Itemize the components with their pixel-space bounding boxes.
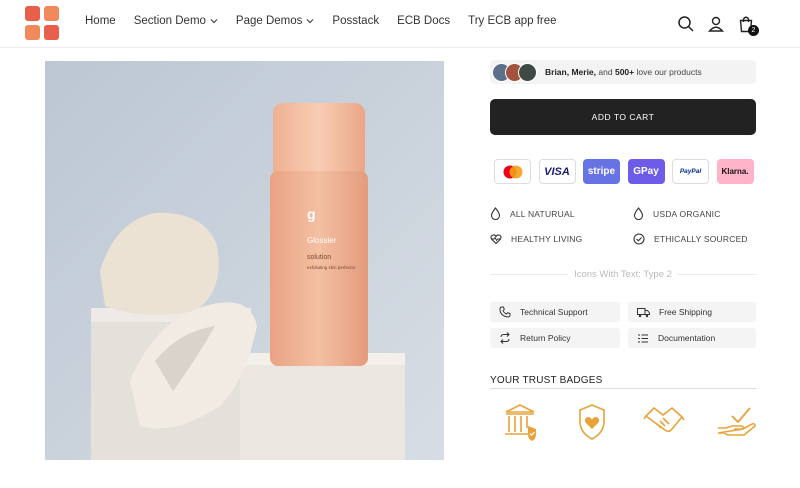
trust-badges-title: YOUR TRUST BADGES — [490, 375, 603, 386]
list-icon — [638, 334, 648, 342]
nav-label: Page Demos — [235, 15, 303, 27]
visa-icon: VISA — [538, 159, 576, 184]
feature-ethically-sourced: ETHICALLY SOURCED — [633, 233, 748, 245]
phone-icon — [499, 306, 511, 318]
main-nav: Home Section Demo Page Demos Posstack EC… — [85, 15, 575, 27]
check-circle-icon — [633, 233, 645, 245]
icons-section-title: Icons With Text: Type 2 — [574, 268, 672, 280]
social-count: 500+ — [614, 67, 635, 77]
product-image[interactable]: g Glossier solution exfoliating skin per… — [45, 61, 444, 460]
pill-label: Documentation — [658, 333, 716, 343]
nav-posstack[interactable]: Posstack — [332, 15, 379, 27]
divider-line — [677, 273, 756, 275]
hand-check-icon — [714, 402, 758, 442]
nav-home[interactable]: Home — [85, 15, 116, 27]
social-names: Brian, Merie, — [545, 67, 597, 77]
cart-icon[interactable]: 2 — [736, 14, 759, 36]
nav-ecb-docs[interactable]: ECB Docs — [397, 15, 450, 27]
stripe-icon: stripe — [583, 159, 620, 184]
store-logo[interactable] — [25, 6, 59, 40]
social-and: and — [598, 67, 613, 77]
paypal-icon: PayPal — [672, 159, 709, 184]
nav-label: Try ECB app free — [468, 15, 557, 27]
feature-label: HEALTHY LIVING — [511, 234, 583, 244]
nav-label: Home — [85, 15, 116, 27]
bank-shield-icon — [498, 402, 542, 442]
bottle-brand-text: Glossier — [307, 236, 337, 245]
chevron-down-icon — [210, 19, 218, 24]
social-proof-text: Brian, Merie, and 500+ love our products — [545, 67, 702, 77]
nav-label: Posstack — [332, 15, 380, 27]
chevron-down-icon — [306, 19, 314, 24]
pill-label: Return Policy — [520, 333, 571, 343]
avatar — [518, 62, 537, 82]
handshake-icon — [642, 402, 686, 442]
feature-label: ALL NATURUAL — [510, 208, 575, 219]
mastercard-icon — [494, 159, 531, 184]
search-icon[interactable] — [676, 14, 696, 34]
return-policy-item[interactable]: Return Policy — [490, 328, 620, 348]
bottle-name-text: solution — [307, 254, 331, 261]
social-suffix: love our products — [636, 67, 702, 77]
divider-line — [490, 273, 569, 275]
feature-all-natural: ALL NATURUAL — [490, 207, 575, 220]
feature-healthy-living: HEALTHY LIVING — [490, 233, 582, 245]
payment-methods: VISA stripe GPay PayPal Klarna. — [494, 159, 761, 184]
heart-shield-icon — [570, 402, 614, 442]
header-actions: 2 — [666, 14, 759, 36]
documentation-item[interactable]: Documentation — [628, 328, 756, 348]
drop-icon — [490, 207, 501, 220]
free-shipping-item[interactable]: Free Shipping — [628, 302, 756, 322]
feature-usda-organic: USDA ORGANIC — [633, 207, 721, 220]
customer-avatars — [492, 62, 537, 82]
account-icon[interactable] — [706, 14, 726, 34]
add-to-cart-button[interactable]: ADD TO CART — [490, 99, 756, 135]
feature-label: ETHICALLY SOURCED — [654, 234, 748, 244]
drop-icon — [633, 207, 644, 220]
feature-label: USDA ORGANIC — [653, 208, 721, 219]
nav-try-ecb[interactable]: Try ECB app free — [468, 15, 556, 27]
nav-label: ECB Docs — [397, 15, 451, 27]
nav-section-demo[interactable]: Section Demo — [134, 15, 218, 27]
technical-support-item[interactable]: Technical Support — [490, 302, 620, 322]
truck-icon — [637, 307, 650, 317]
social-proof-bar: Brian, Merie, and 500+ love our products — [490, 60, 756, 84]
cart-count-badge: 2 — [748, 25, 759, 36]
pill-label: Technical Support — [520, 307, 588, 317]
divider-line — [490, 388, 756, 389]
refresh-icon — [500, 332, 510, 344]
svg-text:g: g — [307, 206, 316, 222]
gpay-icon: GPay — [627, 159, 665, 184]
klarna-icon: Klarna. — [716, 159, 754, 184]
site-header: Home Section Demo Page Demos Posstack EC… — [0, 0, 800, 48]
icons-section-heading: Icons With Text: Type 2 — [490, 268, 756, 280]
bottle-sub-text: exfoliating skin perfector — [307, 265, 356, 270]
heartbeat-icon — [490, 234, 502, 245]
nav-page-demos[interactable]: Page Demos — [236, 15, 314, 27]
nav-label: Section Demo — [133, 15, 206, 27]
pill-label: Free Shipping — [659, 307, 712, 317]
